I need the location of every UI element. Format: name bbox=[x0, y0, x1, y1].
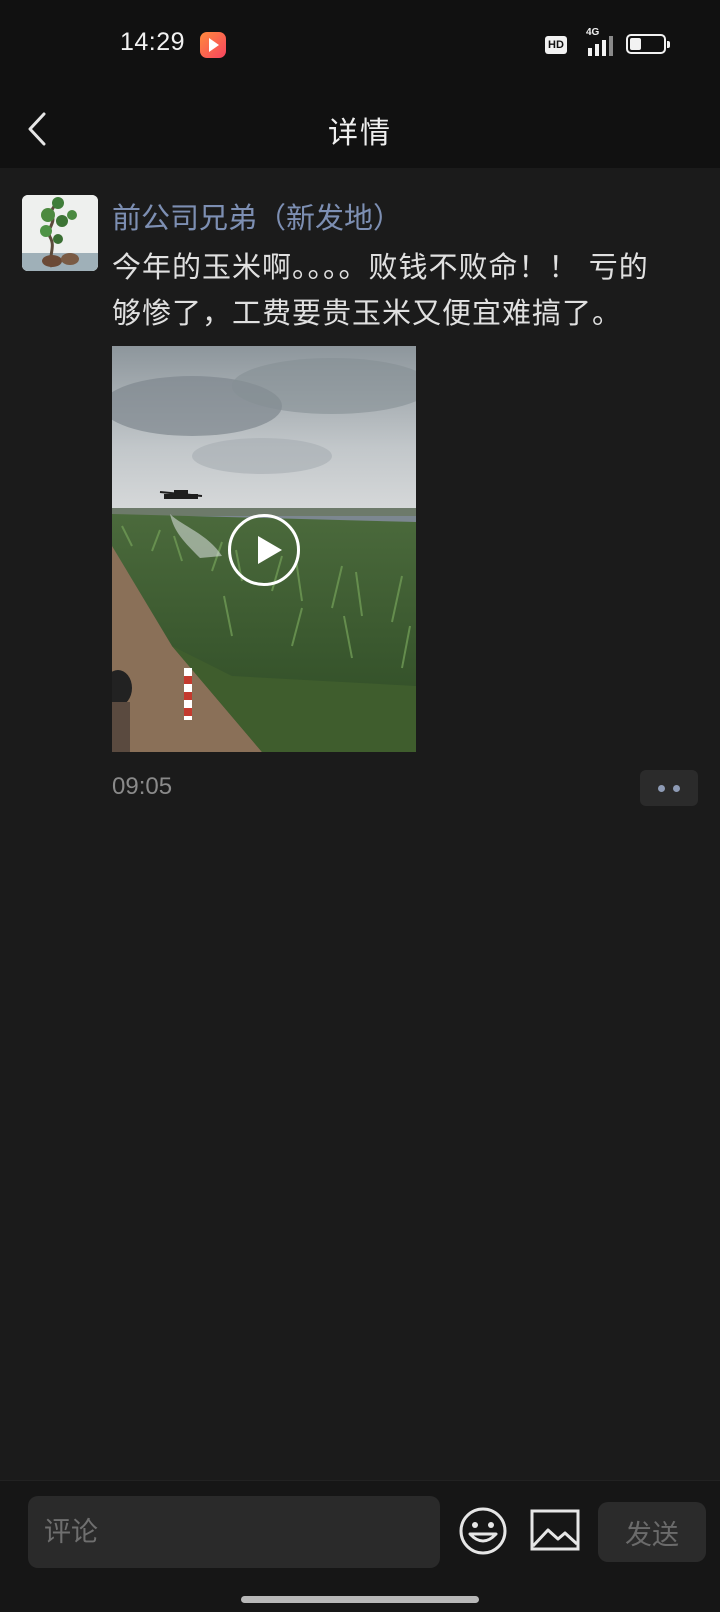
image-icon bbox=[530, 1509, 580, 1551]
post-video[interactable] bbox=[112, 346, 416, 752]
network-type: 4G bbox=[586, 27, 600, 38]
emoji-icon bbox=[459, 1507, 507, 1555]
app-notification-icon bbox=[200, 32, 226, 58]
emoji-button[interactable] bbox=[458, 1506, 508, 1556]
top-navigation: 详情 bbox=[0, 90, 720, 168]
image-button[interactable] bbox=[530, 1508, 580, 1552]
battery-icon bbox=[626, 34, 670, 54]
comment-bar: 发送 bbox=[0, 1480, 720, 1612]
status-time: 14:29 bbox=[120, 28, 186, 56]
status-bar: 14:29 HD 4G bbox=[0, 0, 720, 90]
post-text: 今年的玉米啊。。。。败钱不败命！！ 亏的够惨了，工费要贵玉米又便宜难搞了。 bbox=[112, 250, 649, 330]
play-icon[interactable] bbox=[228, 514, 300, 586]
more-options-button[interactable] bbox=[640, 770, 698, 806]
post-timestamp: 09:05 bbox=[112, 773, 173, 800]
author-name[interactable]: 前公司兄弟（新发地） bbox=[112, 195, 402, 237]
page-title: 详情 bbox=[328, 116, 392, 151]
author-avatar[interactable] bbox=[22, 195, 98, 271]
send-button[interactable]: 发送 bbox=[598, 1502, 706, 1562]
comment-input[interactable] bbox=[28, 1496, 440, 1568]
battery-level bbox=[630, 38, 641, 50]
hd-icon: HD bbox=[545, 36, 567, 54]
home-indicator[interactable] bbox=[241, 1596, 479, 1603]
